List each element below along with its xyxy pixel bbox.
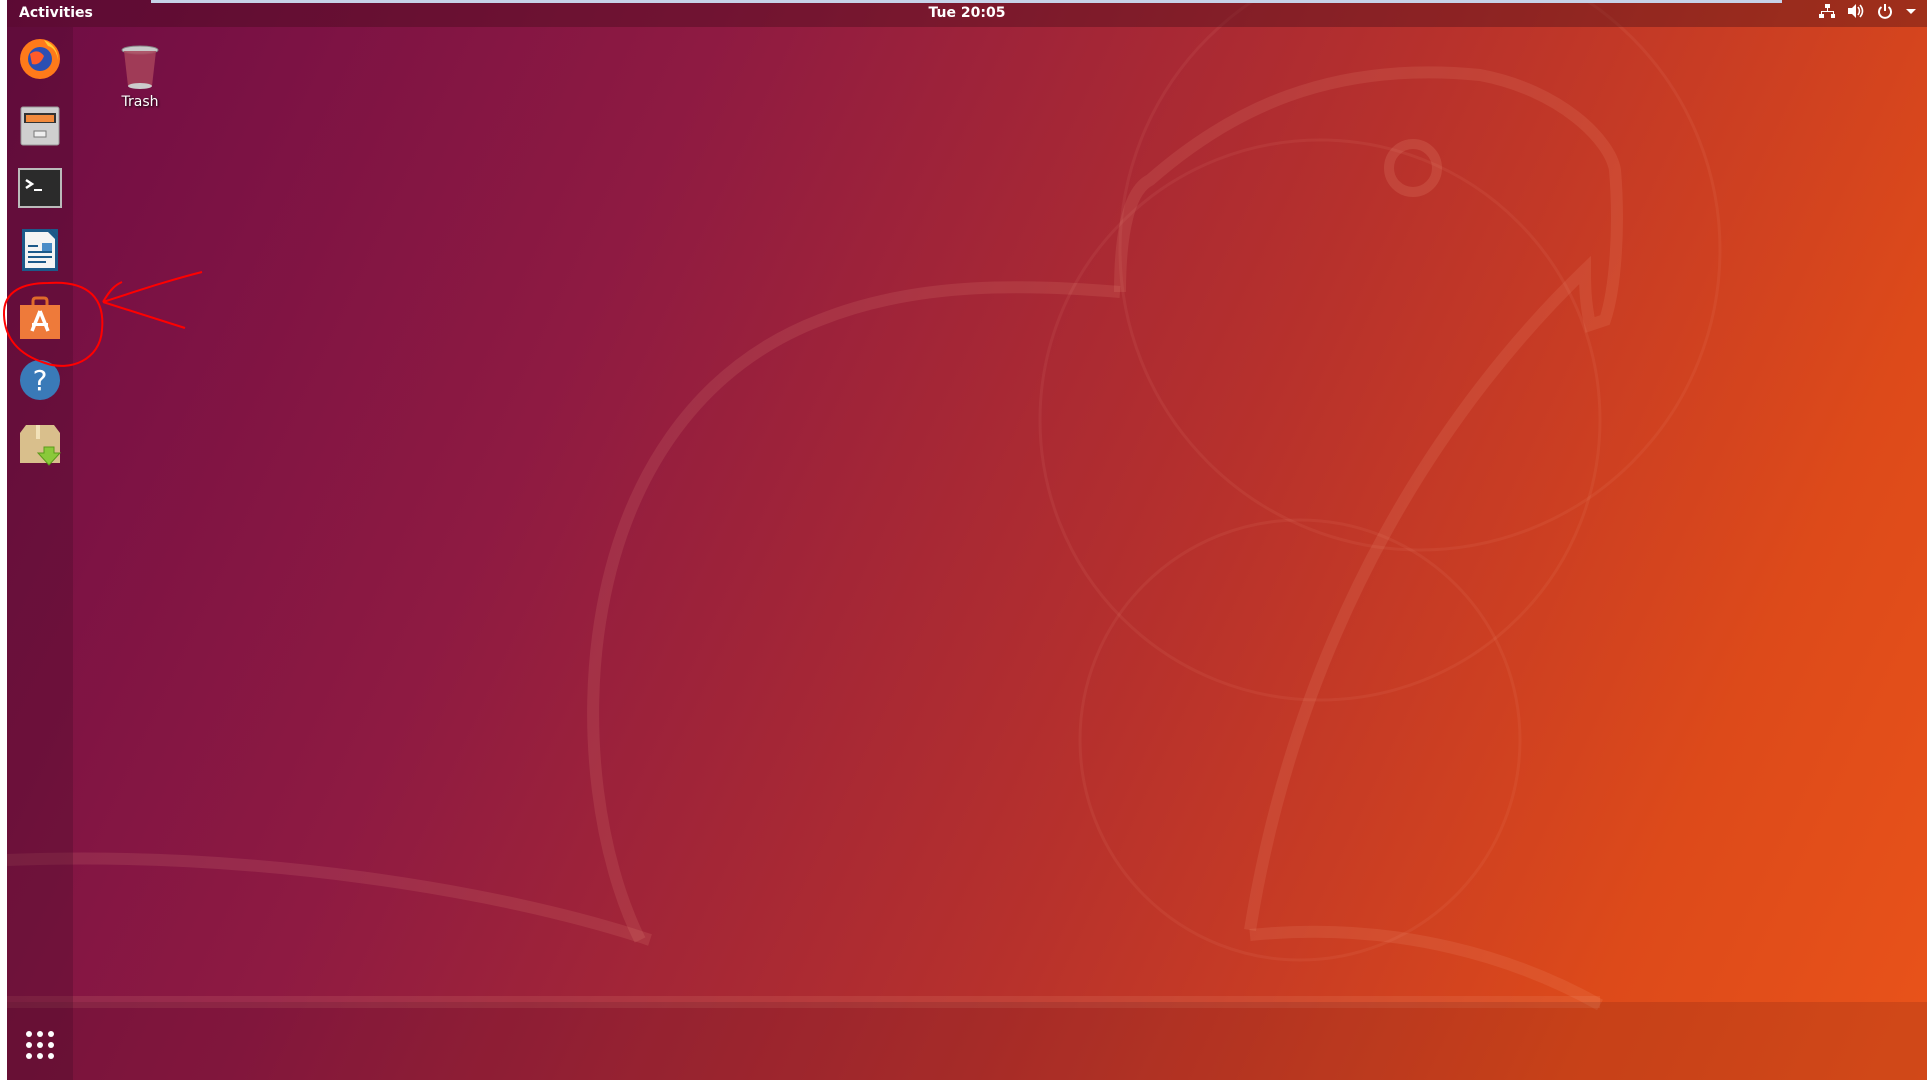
annotation-arrow [102, 271, 203, 329]
dock-item-writer[interactable] [17, 227, 63, 273]
firefox-icon [20, 39, 60, 79]
package-download-icon [20, 425, 62, 466]
trash-icon [121, 45, 159, 89]
trash-label: Trash [121, 94, 159, 110]
files-icon [20, 106, 60, 146]
dropdown-arrow-icon[interactable] [1905, 3, 1917, 19]
dock-item-firefox[interactable] [17, 35, 63, 81]
dock-item-archive[interactable] [17, 422, 63, 468]
dock-item-terminal[interactable] [17, 165, 63, 211]
dock: ? [7, 27, 73, 1080]
writer-icon [22, 229, 58, 271]
desktop-icon-trash[interactable]: Trash [108, 44, 172, 110]
volume-icon[interactable] [1847, 3, 1865, 19]
dock-item-help[interactable]: ? [17, 357, 63, 403]
app-grid-icon [26, 1031, 54, 1059]
bottom-band [7, 1002, 1927, 1080]
clock[interactable]: Tue 20:05 [7, 5, 1927, 21]
show-applications-button[interactable] [17, 1022, 63, 1068]
dock-item-ubuntu-software[interactable] [17, 294, 63, 340]
top-highlight-strip [151, 0, 1782, 3]
dock-item-files[interactable] [17, 102, 63, 148]
power-icon[interactable] [1877, 3, 1893, 19]
left-white-strip [0, 0, 7, 1080]
svg-text:?: ? [33, 364, 48, 397]
network-icon[interactable] [1819, 3, 1835, 19]
wallpaper-decoration [6, 0, 1722, 1011]
system-tray[interactable] [1819, 3, 1917, 19]
software-center-icon [20, 296, 60, 339]
terminal-icon [18, 168, 62, 208]
top-bar: Activities Tue 20:05 [7, 0, 1927, 27]
red-annotation [2, 271, 203, 367]
help-icon: ? [20, 360, 60, 400]
